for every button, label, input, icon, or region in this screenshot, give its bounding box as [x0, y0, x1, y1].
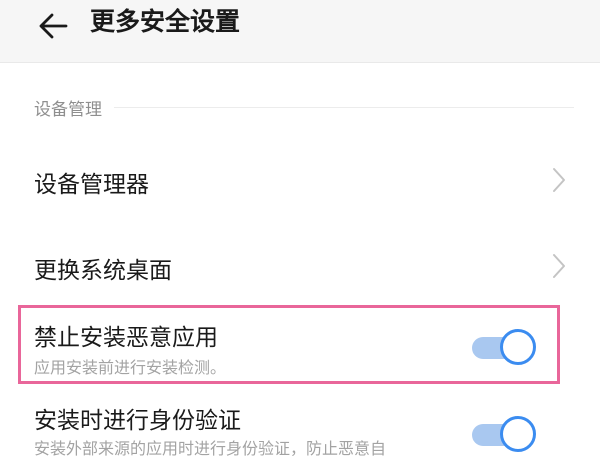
list-item-title: 设备管理器 — [34, 172, 149, 198]
list-item-subtitle: 应用安装前进行安装检测。 — [34, 358, 227, 377]
list-item-change-launcher[interactable]: 更换系统桌面 — [0, 236, 600, 298]
list-item-device-manager[interactable]: 设备管理器 — [0, 150, 600, 212]
divider — [0, 62, 600, 63]
list-item-title: 更换系统桌面 — [34, 258, 172, 284]
section-divider — [114, 106, 574, 108]
list-item-install-verification[interactable]: 安装时进行身份验证 安装外部来源的应用时进行身份验证，防止恶意自 — [0, 392, 600, 458]
section-title: 设备管理 — [34, 99, 102, 120]
list-item-block-malicious-apps[interactable]: 禁止安装恶意应用 应用安装前进行安装检测。 — [0, 305, 600, 385]
page-title: 更多安全设置 — [90, 7, 241, 36]
list-item-title: 禁止安装恶意应用 — [34, 325, 218, 351]
toggle-knob — [500, 416, 536, 452]
toggle-knob — [500, 329, 536, 365]
back-button[interactable] — [30, 6, 76, 46]
chevron-right-icon — [553, 254, 565, 278]
list-item-title: 安装时进行身份验证 — [34, 408, 241, 434]
list-item-subtitle: 安装外部来源的应用时进行身份验证，防止恶意自 — [34, 439, 387, 458]
title-bar: 更多安全设置 — [0, 0, 600, 62]
arrow-left-icon — [39, 13, 68, 39]
install-verification-toggle[interactable] — [472, 414, 540, 454]
chevron-right-icon — [553, 168, 565, 192]
block-malicious-apps-toggle[interactable] — [472, 327, 540, 367]
section-header-device-management: 设备管理 — [34, 93, 574, 121]
